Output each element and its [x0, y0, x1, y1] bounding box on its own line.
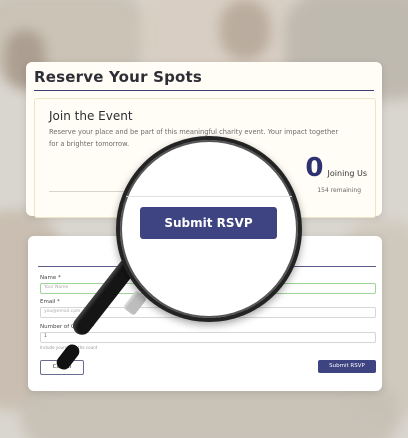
name-placeholder: Your Name — [44, 285, 69, 290]
guests-value: 1 — [44, 334, 47, 339]
magnifying-glass-icon: Submit RSVP — [116, 136, 302, 322]
guests-input[interactable]: 1 — [40, 332, 376, 343]
magnified-divider — [120, 196, 298, 197]
magnified-submit-rsvp-button[interactable]: Submit RSVP — [140, 207, 277, 239]
event-heading: Join the Event — [49, 109, 133, 123]
title-divider — [34, 90, 374, 91]
email-label: Email * — [40, 299, 60, 305]
background-shape — [220, 0, 270, 60]
email-placeholder: you@email.com — [44, 309, 81, 314]
submit-rsvp-button[interactable]: Submit RSVP — [318, 360, 376, 373]
remaining-count: 154 remaining — [317, 187, 361, 194]
page-title: Reserve Your Spots — [34, 68, 203, 86]
joining-count: 0 — [305, 153, 324, 183]
joining-label: Joining Us — [327, 169, 367, 178]
name-label: Name * — [40, 275, 61, 281]
joining-counter: 0 Joining Us — [305, 155, 367, 181]
